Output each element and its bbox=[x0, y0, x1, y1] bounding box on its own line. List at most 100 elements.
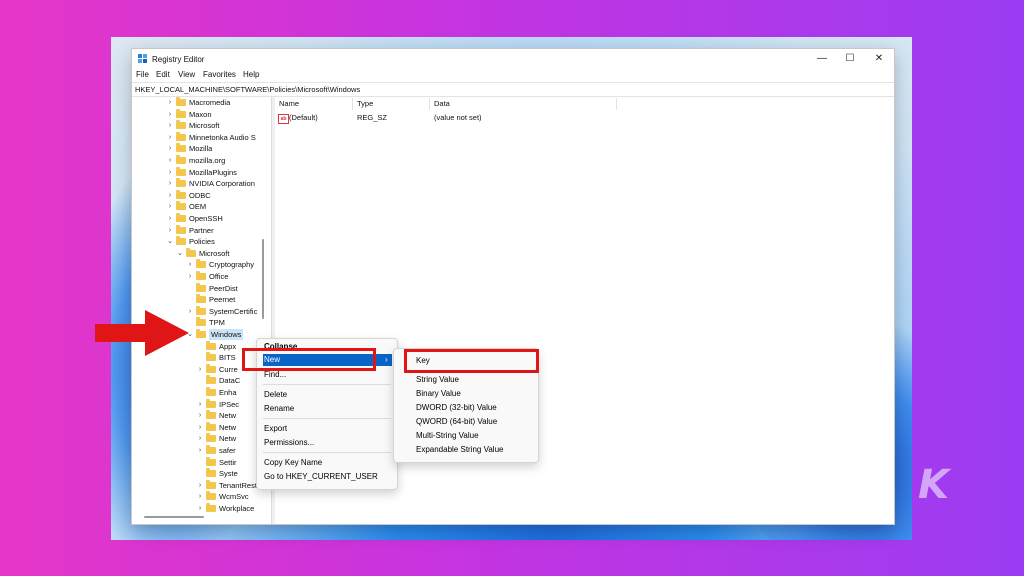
chevron-right-icon[interactable]: › bbox=[196, 399, 204, 410]
chevron-right-icon[interactable]: › bbox=[166, 225, 174, 236]
chevron-right-icon[interactable]: › bbox=[166, 213, 174, 224]
chevron-right-icon[interactable]: › bbox=[186, 271, 194, 282]
tree-item[interactable]: ⌄ Microsoft bbox=[132, 247, 270, 259]
tree-item[interactable]: › Netw bbox=[132, 421, 270, 433]
window-title: Registry Editor bbox=[152, 55, 205, 64]
tree-item[interactable]: › Macromedia bbox=[132, 97, 270, 108]
folder-icon bbox=[206, 363, 216, 373]
tree-item[interactable]: › TenantRest bbox=[132, 479, 270, 491]
chevron-right-icon[interactable]: › bbox=[196, 491, 204, 502]
tree-item[interactable]: › OpenSSH bbox=[132, 213, 270, 224]
close-button[interactable]: ✕ bbox=[865, 51, 893, 67]
tree-item[interactable]: › Cryptography bbox=[132, 259, 270, 270]
folder-icon bbox=[206, 445, 216, 454]
chevron-right-icon[interactable]: › bbox=[166, 201, 174, 212]
chevron-right-icon[interactable]: › bbox=[186, 259, 194, 270]
chevron-right-icon[interactable]: › bbox=[166, 178, 174, 189]
tree-item-label: Cryptography bbox=[209, 260, 255, 270]
tree-item[interactable]: Enha bbox=[132, 387, 270, 398]
tree-item[interactable]: › ODBC bbox=[132, 189, 270, 201]
chevron-right-icon[interactable]: › bbox=[166, 109, 174, 120]
chevron-right-icon[interactable]: › bbox=[196, 410, 204, 421]
tree-item[interactable]: › Netw bbox=[132, 433, 270, 444]
value-name[interactable]: (Default) bbox=[289, 112, 318, 124]
menu-file[interactable]: File bbox=[136, 70, 149, 79]
tree-item[interactable]: › Office bbox=[132, 271, 270, 282]
menu-view[interactable]: View bbox=[178, 70, 195, 79]
tree-item-label: IPSec bbox=[219, 399, 240, 409]
tree-item[interactable]: › safer bbox=[132, 445, 270, 456]
tree-item[interactable]: › Minnetonka Audio S bbox=[132, 131, 270, 143]
menu-edit[interactable]: Edit bbox=[156, 70, 170, 79]
folder-icon bbox=[206, 503, 216, 512]
minimize-button[interactable]: — bbox=[808, 51, 836, 67]
tree-item[interactable]: › Microsoft bbox=[132, 120, 270, 131]
new-binary-value-item[interactable]: Binary Value bbox=[416, 388, 461, 400]
chevron-right-icon[interactable]: › bbox=[196, 422, 204, 433]
new-dword-value-item[interactable]: DWORD (32-bit) Value bbox=[416, 402, 497, 414]
column-divider[interactable] bbox=[429, 98, 430, 110]
tree-item[interactable]: DataC bbox=[132, 375, 270, 386]
tree-item[interactable]: ⌄ Policies bbox=[132, 236, 270, 247]
chevron-right-icon[interactable]: › bbox=[166, 120, 174, 131]
goto-hkcu-item[interactable]: Go to HKEY_CURRENT_USER bbox=[263, 471, 392, 483]
tree-item[interactable]: › Netw bbox=[132, 410, 270, 421]
tree-item[interactable]: Syste bbox=[132, 468, 270, 479]
chevron-right-icon[interactable]: › bbox=[196, 433, 204, 444]
chevron-right-icon[interactable]: › bbox=[196, 445, 204, 456]
column-header-name[interactable]: Name bbox=[279, 98, 299, 110]
column-header-type[interactable]: Type bbox=[357, 98, 373, 110]
column-header-data[interactable]: Data bbox=[434, 98, 450, 110]
chevron-right-icon[interactable]: › bbox=[196, 503, 204, 514]
tree-item[interactable]: › OEM bbox=[132, 201, 270, 212]
new-string-value-item[interactable]: String Value bbox=[416, 374, 459, 386]
maximize-button[interactable]: ☐ bbox=[836, 51, 864, 67]
export-item[interactable]: Export bbox=[263, 423, 392, 435]
chevron-right-icon[interactable]: › bbox=[166, 132, 174, 143]
tree-item-label: NVIDIA Corporation bbox=[189, 179, 255, 189]
tree-item[interactable]: › Workplace bbox=[132, 503, 270, 514]
delete-item[interactable]: Delete bbox=[263, 389, 392, 401]
chevron-down-icon[interactable]: ⌄ bbox=[176, 248, 184, 259]
tree-item[interactable]: › MozillaPlugins bbox=[132, 166, 270, 178]
tree-item[interactable]: › NVIDIA Corporation bbox=[132, 178, 270, 189]
chevron-right-icon[interactable]: › bbox=[166, 97, 174, 108]
new-multi-string-item[interactable]: Multi-String Value bbox=[416, 430, 479, 442]
tree-item[interactable]: › Mozilla bbox=[132, 143, 270, 154]
new-qword-value-item[interactable]: QWORD (64-bit) Value bbox=[416, 416, 497, 428]
folder-icon bbox=[206, 479, 216, 489]
folder-icon bbox=[176, 155, 186, 164]
chevron-right-icon[interactable]: › bbox=[166, 167, 174, 178]
folder-icon bbox=[206, 340, 216, 350]
permissions-item[interactable]: Permissions... bbox=[263, 437, 392, 449]
chevron-right-icon[interactable]: › bbox=[166, 143, 174, 154]
tree-item[interactable]: › mozilla.org bbox=[132, 155, 270, 166]
tree-item-label: TPM bbox=[209, 318, 225, 328]
tree-item[interactable]: Peernet bbox=[132, 294, 270, 305]
folder-icon bbox=[206, 421, 216, 431]
chevron-right-icon[interactable]: › bbox=[196, 364, 204, 375]
tree-item[interactable]: PeerDist bbox=[132, 282, 270, 294]
tree-horizontal-scrollbar[interactable] bbox=[144, 516, 204, 518]
copy-key-name-item[interactable]: Copy Key Name bbox=[263, 457, 392, 469]
tree-item[interactable]: Settir bbox=[132, 456, 270, 468]
column-divider[interactable] bbox=[352, 98, 353, 110]
new-expandable-string-item[interactable]: Expandable String Value bbox=[416, 444, 503, 456]
chevron-right-icon[interactable]: › bbox=[166, 190, 174, 201]
rename-item[interactable]: Rename bbox=[263, 403, 392, 415]
tree-item-label: Netw bbox=[219, 411, 237, 421]
folder-icon bbox=[176, 166, 186, 176]
folder-icon bbox=[206, 433, 216, 443]
menu-help[interactable]: Help bbox=[243, 70, 259, 79]
tree-item[interactable]: › Maxon bbox=[132, 108, 270, 120]
tree-item[interactable]: › IPSec bbox=[132, 398, 270, 410]
chevron-down-icon[interactable]: ⌄ bbox=[166, 236, 174, 247]
address-bar[interactable]: HKEY_LOCAL_MACHINE\SOFTWARE\Policies\Mic… bbox=[132, 82, 894, 97]
chevron-right-icon[interactable]: › bbox=[196, 480, 204, 491]
chevron-right-icon[interactable]: › bbox=[166, 155, 174, 166]
tree-item[interactable]: › Partner bbox=[132, 224, 270, 236]
tree-scrollbar[interactable] bbox=[262, 239, 264, 319]
menu-favorites[interactable]: Favorites bbox=[203, 70, 236, 79]
tree-item[interactable]: › WcmSvc bbox=[132, 491, 270, 502]
column-divider[interactable] bbox=[616, 98, 617, 110]
